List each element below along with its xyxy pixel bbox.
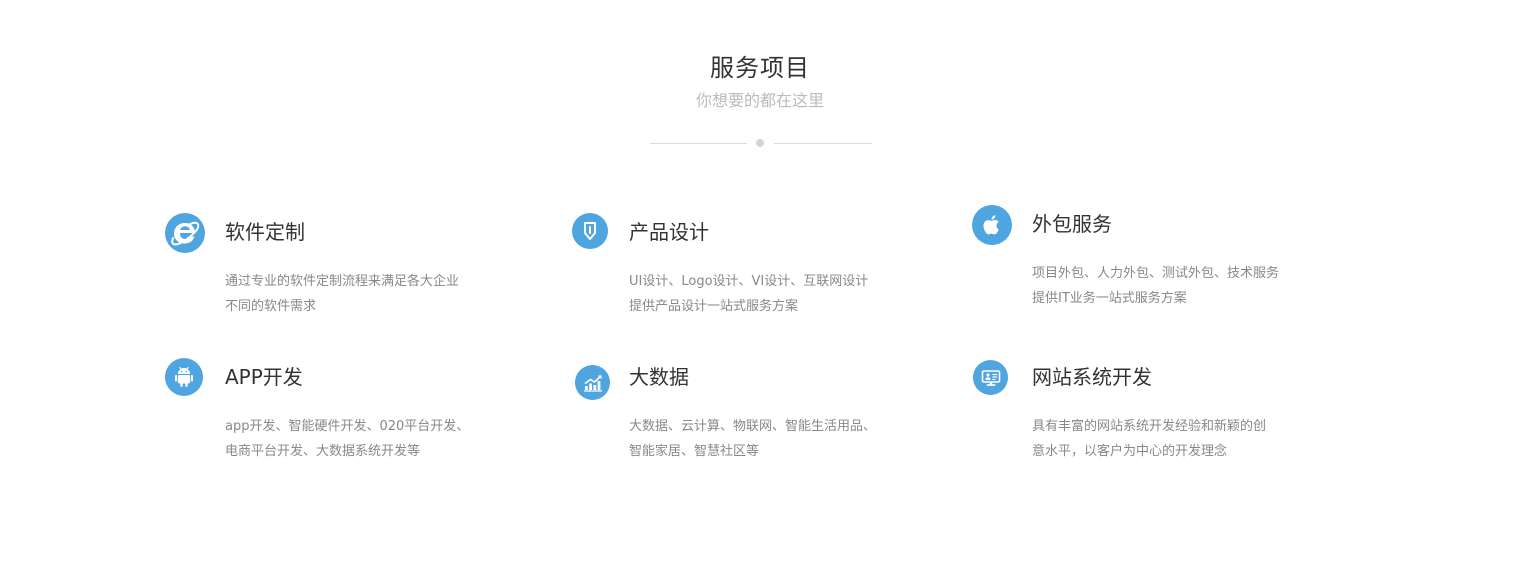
service-item-website-dev[interactable]: 网站系统开发 具有丰富的网站系统开发经验和新颖的创 意水平，以客户为中心的开发理… (972, 358, 1352, 478)
service-name: 大数据 (629, 365, 689, 389)
service-desc-line: 提供IT业务一站式服务方案 (1032, 291, 1187, 306)
service-desc-line: 提供产品设计一站式服务方案 (629, 299, 799, 314)
service-desc: app开发、智能硬件开发、020平台开发、 电商平台开发、大数据系统开发等 (225, 414, 525, 464)
divider-left (650, 143, 747, 144)
service-desc: 通过专业的软件定制流程来满足各大企业 不同的软件需求 (225, 269, 525, 319)
monitor-icon (973, 360, 1008, 395)
service-desc-line: 意水平，以客户为中心的开发理念 (1032, 444, 1228, 459)
divider-dot (756, 139, 764, 147)
service-name: 网站系统开发 (1032, 365, 1152, 389)
android-icon (165, 358, 203, 396)
service-desc-line: 具有丰富的网站系统开发经验和新颖的创 (1032, 419, 1267, 434)
service-name: 产品设计 (629, 220, 709, 244)
service-item-software-custom[interactable]: 软件定制 通过专业的软件定制流程来满足各大企业 不同的软件需求 (165, 213, 545, 333)
service-desc: UI设计、Logo设计、VI设计、互联网设计 提供产品设计一站式服务方案 (629, 269, 929, 319)
section-title: 服务项目 (710, 54, 810, 82)
apple-icon (972, 205, 1012, 245)
service-item-big-data[interactable]: 大数据 大数据、云计算、物联网、智能生活用品、 智能家居、智慧社区等 (569, 358, 949, 478)
service-name: APP开发 (225, 365, 303, 389)
service-desc: 项目外包、人力外包、测试外包、技术服务 提供IT业务一站式服务方案 (1032, 261, 1332, 311)
service-item-app-dev[interactable]: APP开发 app开发、智能硬件开发、020平台开发、 电商平台开发、大数据系统… (165, 358, 545, 478)
service-desc-line: app开发、智能硬件开发、020平台开发、 (225, 419, 470, 434)
chart-growth-icon (575, 365, 610, 400)
service-desc-line: 项目外包、人力外包、测试外包、技术服务 (1032, 266, 1280, 281)
service-item-product-design[interactable]: 产品设计 UI设计、Logo设计、VI设计、互联网设计 提供产品设计一站式服务方… (569, 213, 949, 333)
pen-nib-icon (572, 213, 608, 249)
service-desc-line: 大数据、云计算、物联网、智能生活用品、 (629, 419, 877, 434)
ie-browser-icon (165, 213, 205, 253)
service-name: 外包服务 (1032, 212, 1112, 236)
service-desc: 具有丰富的网站系统开发经验和新颖的创 意水平，以客户为中心的开发理念 (1032, 414, 1332, 464)
service-desc-line: 不同的软件需求 (225, 299, 317, 314)
service-desc: 大数据、云计算、物联网、智能生活用品、 智能家居、智慧社区等 (629, 414, 929, 464)
service-desc-line: UI设计、Logo设计、VI设计、互联网设计 (629, 274, 869, 289)
service-name: 软件定制 (225, 220, 305, 244)
service-desc-line: 电商平台开发、大数据系统开发等 (225, 444, 421, 459)
service-desc-line: 通过专业的软件定制流程来满足各大企业 (225, 274, 460, 289)
service-desc-line: 智能家居、智慧社区等 (629, 444, 760, 459)
section-subtitle: 你想要的都在这里 (695, 91, 824, 110)
service-item-outsourcing[interactable]: 外包服务 项目外包、人力外包、测试外包、技术服务 提供IT业务一站式服务方案 (972, 205, 1352, 325)
divider-right (774, 143, 872, 144)
